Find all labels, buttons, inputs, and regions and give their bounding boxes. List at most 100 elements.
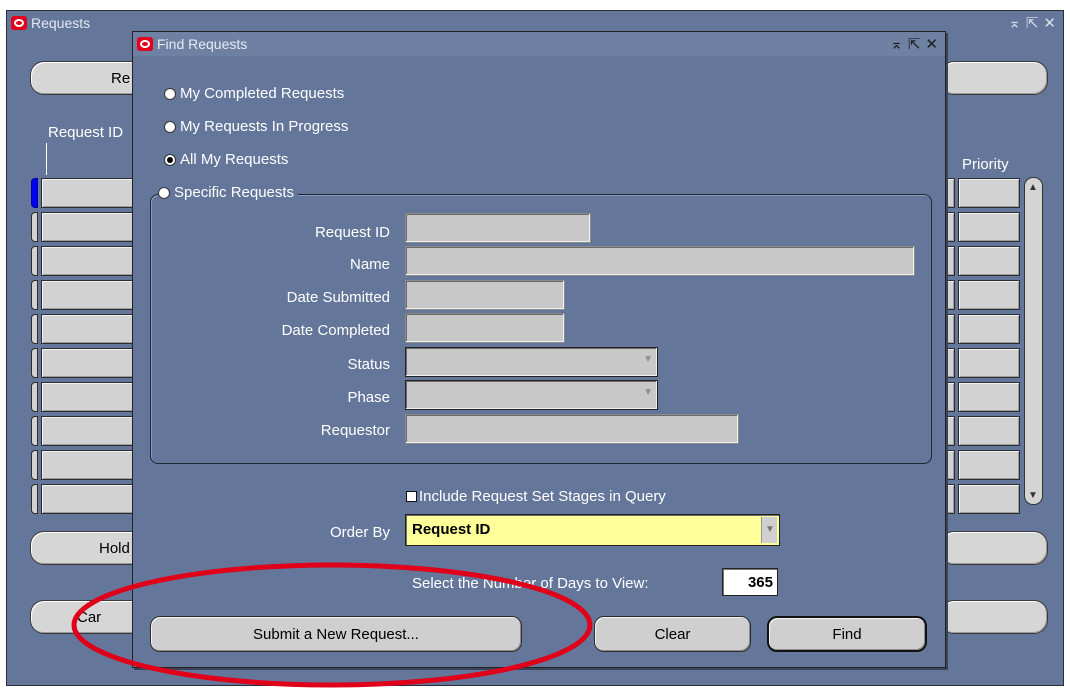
radio-icon[interactable] [164, 87, 176, 100]
row-selector[interactable] [31, 280, 38, 310]
submit-new-request-label: Submit a New Request... [253, 625, 419, 643]
days-to-view-input[interactable]: 365 [722, 568, 778, 596]
requests-window-controls: ⌅ ⇱ ✕ [1008, 14, 1057, 32]
status-cell[interactable] [945, 212, 955, 242]
clear-button[interactable]: Clear [594, 616, 751, 652]
row-selector[interactable] [31, 348, 38, 378]
hold-button-label: Hold [99, 540, 130, 557]
row-selector[interactable] [31, 314, 38, 344]
radio-my-completed-requests[interactable]: My Completed Requests [164, 85, 344, 102]
oracle-logo-icon [137, 37, 153, 51]
row-selector[interactable] [31, 178, 38, 208]
request-id-cell[interactable] [41, 348, 141, 378]
request-id-label: Request ID [314, 224, 390, 241]
close-icon[interactable]: ✕ [925, 35, 939, 53]
name-input[interactable] [405, 246, 915, 276]
request-id-input[interactable] [405, 213, 591, 243]
date-submitted-input[interactable] [405, 280, 565, 310]
dialog-window-controls: ⌅ ⇱ ✕ [890, 35, 939, 53]
request-id-cell[interactable] [41, 314, 141, 344]
status-cell[interactable] [945, 280, 955, 310]
status-cell[interactable] [945, 484, 955, 514]
request-id-cell[interactable] [41, 280, 141, 310]
refresh-button-label: Re [111, 70, 131, 87]
find-requests-button-bg[interactable] [940, 61, 1048, 95]
date-completed-input[interactable] [405, 313, 565, 343]
status-cell[interactable] [945, 246, 955, 276]
request-id-cell[interactable] [41, 382, 141, 412]
request-id-cell[interactable] [41, 212, 141, 242]
date-completed-label: Date Completed [281, 322, 390, 339]
dialog-title-bar: Find Requests ⌅ ⇱ ✕ [133, 32, 945, 56]
row-selector[interactable] [31, 246, 38, 276]
order-by-dropdown-button[interactable]: ▼ [761, 517, 777, 543]
request-id-cell[interactable] [41, 178, 141, 208]
radio-icon[interactable] [158, 186, 170, 199]
submit-new-request-button[interactable]: Submit a New Request... [150, 616, 522, 652]
request-id-cell[interactable] [41, 484, 141, 514]
view-log-button[interactable] [940, 600, 1048, 634]
status-cell[interactable] [945, 450, 955, 480]
status-cell[interactable] [945, 382, 955, 412]
status-cell[interactable] [945, 416, 955, 446]
request-id-cell[interactable] [41, 416, 141, 446]
chevron-down-icon[interactable]: ▼ [765, 524, 775, 535]
status-cell[interactable] [945, 348, 955, 378]
request-id-cell[interactable] [41, 246, 141, 276]
chevron-down-icon[interactable]: ▼ [643, 354, 653, 365]
scroll-down-icon[interactable]: ▼ [1028, 490, 1038, 501]
minimize-icon[interactable]: ⌅ [890, 35, 904, 53]
maximize-icon[interactable]: ⇱ [1026, 14, 1040, 32]
oracle-logo-icon [11, 16, 27, 30]
radio-icon[interactable] [164, 120, 176, 133]
requestor-label: Requestor [320, 422, 390, 439]
view-details-button[interactable] [940, 531, 1048, 565]
status-select[interactable]: ▼ [405, 347, 658, 377]
vertical-scrollbar[interactable]: ▲ ▼ [1024, 177, 1043, 505]
column-header-request-id: Request ID [48, 124, 124, 141]
priority-cell[interactable] [958, 484, 1020, 514]
priority-cell[interactable] [958, 416, 1020, 446]
order-by-value: Request ID [412, 521, 491, 538]
find-button[interactable]: Find [767, 616, 927, 652]
checkbox-icon[interactable] [406, 491, 417, 502]
chevron-down-icon[interactable]: ▼ [643, 387, 653, 398]
find-button-label: Find [832, 625, 862, 643]
radio-all-my-requests[interactable]: All My Requests [164, 151, 288, 168]
priority-cell[interactable] [958, 280, 1020, 310]
status-cell[interactable] [945, 314, 955, 344]
requestor-input[interactable] [405, 414, 739, 444]
priority-cell[interactable] [958, 212, 1020, 242]
date-submitted-label: Date Submitted [286, 289, 390, 306]
radio-label: Specific Requests [174, 184, 295, 201]
priority-cell[interactable] [958, 382, 1020, 412]
priority-cell[interactable] [958, 246, 1020, 276]
radio-my-requests-in-progress[interactable]: My Requests In Progress [164, 118, 348, 135]
radio-label: My Requests In Progress [180, 118, 349, 135]
phase-select[interactable]: ▼ [405, 380, 658, 410]
row-selector[interactable] [31, 382, 38, 412]
scroll-up-icon[interactable]: ▲ [1028, 182, 1038, 193]
minimize-icon[interactable]: ⌅ [1008, 14, 1022, 32]
priority-cell[interactable] [958, 314, 1020, 344]
priority-cell[interactable] [958, 450, 1020, 480]
dialog-title: Find Requests [157, 36, 248, 52]
row-selector[interactable] [31, 484, 38, 514]
maximize-icon[interactable]: ⇱ [908, 35, 922, 53]
include-request-set-stages-checkbox[interactable]: Include Request Set Stages in Query [406, 488, 666, 505]
requests-window-title: Requests [31, 15, 91, 31]
order-by-label: Order By [329, 524, 390, 541]
request-id-cell[interactable] [41, 450, 141, 480]
priority-cell[interactable] [958, 348, 1020, 378]
radio-selected-icon[interactable] [164, 153, 176, 166]
row-selector[interactable] [31, 450, 38, 480]
radio-specific-requests[interactable]: Specific Requests [158, 184, 299, 201]
close-icon[interactable]: ✕ [1043, 14, 1057, 32]
row-selector[interactable] [31, 212, 38, 242]
status-cell[interactable] [945, 178, 955, 208]
row-selector[interactable] [31, 416, 38, 446]
radio-label: All My Requests [180, 151, 289, 168]
radio-label: My Completed Requests [180, 85, 345, 102]
priority-cell[interactable] [958, 178, 1020, 208]
order-by-select[interactable]: Request ID ▼ [405, 514, 780, 546]
